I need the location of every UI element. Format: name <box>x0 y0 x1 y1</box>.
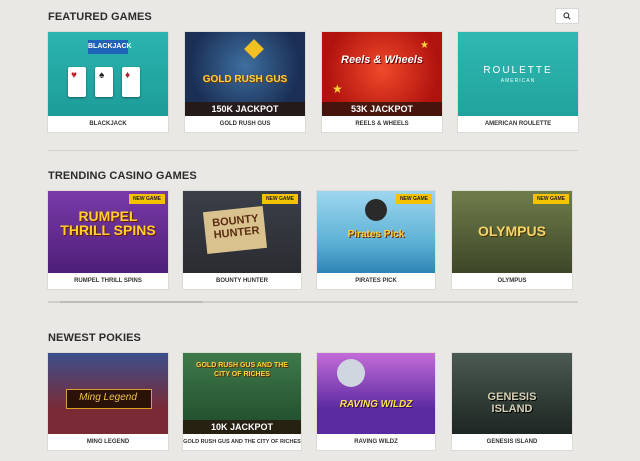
game-card-label[interactable]: BOUNTY HUNTER <box>183 273 301 289</box>
new-game-badge: NEW GAME <box>261 194 298 204</box>
game-thumbnail[interactable]: OLYMPUS NEW GAME <box>452 191 572 273</box>
game-art-title: OLYMPUS <box>478 223 546 239</box>
game-card-rumpel-thrill-spins[interactable]: RUMPEL THRILL SPINS NEW GAME RUMPEL THRI… <box>48 191 168 289</box>
game-card-raving-wildz[interactable]: RAVING WILDZ RAVING WILDZ <box>317 353 435 450</box>
game-art-title: RUMPEL THRILL SPINS <box>60 208 156 238</box>
game-art-title: GOLD RUSH GUS AND THE CITY OF RICHES <box>196 362 288 378</box>
game-art-title: GENESIS ISLAND <box>487 391 537 415</box>
newest-pokies-title: NEWEST POKIES <box>48 332 141 344</box>
game-art-subtitle: AMERICAN <box>500 78 536 84</box>
game-art-title: Reels & Wheels <box>341 54 423 66</box>
game-art-title: GOLD RUSH GUS <box>202 74 288 85</box>
game-card-label[interactable]: AMERICAN ROULETTE <box>458 116 578 132</box>
game-card-label[interactable]: GOLD RUSH GUS AND THE CITY OF RICHES <box>183 434 301 450</box>
game-card-label[interactable]: RUMPEL THRILL SPINS <box>48 273 168 289</box>
game-card-label[interactable]: PIRATES PICK <box>317 273 435 289</box>
jackpot-banner: 150K JACKPOT <box>185 102 305 116</box>
game-art-title: BLACKJACK <box>88 40 132 54</box>
game-card-genesis-island[interactable]: GENESIS ISLAND GENESIS ISLAND <box>452 353 572 450</box>
game-card-pirates-pick[interactable]: Pirates Pick NEW GAME PIRATES PICK <box>317 191 435 289</box>
game-thumbnail[interactable]: RUMPEL THRILL SPINS NEW GAME <box>48 191 168 273</box>
game-card-label[interactable]: GENESIS ISLAND <box>452 434 572 450</box>
trending-games-title: TRENDING CASINO GAMES <box>48 170 197 182</box>
game-thumbnail[interactable]: BLACKJACK ♥ ♠ ♦ <box>48 32 168 116</box>
game-thumbnail[interactable]: GENESIS ISLAND <box>452 353 572 434</box>
game-card-gold-rush-gus[interactable]: GOLD RUSH GUS 150K JACKPOT GOLD RUSH GUS <box>185 32 305 132</box>
featured-games-title: FEATURED GAMES <box>48 11 152 23</box>
game-card-reels-wheels[interactable]: ★ ★ Reels & Wheels 53K JACKPOT REELS & W… <box>322 32 442 132</box>
game-art-title: RAVING WILDZ <box>339 399 413 410</box>
game-card-olympus[interactable]: OLYMPUS NEW GAME OLYMPUS <box>452 191 572 289</box>
game-card-ming-legend[interactable]: Ming Legend MING LEGEND <box>48 353 168 450</box>
section-divider <box>48 150 578 151</box>
game-art-title: Pirates Pick <box>347 229 405 240</box>
game-thumbnail[interactable]: BOUNTY HUNTER NEW GAME <box>183 191 301 273</box>
game-thumbnail[interactable]: ROULETTE AMERICAN <box>458 32 578 116</box>
scrollbar-thumb[interactable] <box>60 301 202 303</box>
game-card-blackjack[interactable]: BLACKJACK ♥ ♠ ♦ BLACKJACK <box>48 32 168 132</box>
game-thumbnail[interactable]: GOLD RUSH GUS 150K JACKPOT <box>185 32 305 116</box>
jackpot-banner: 53K JACKPOT <box>322 102 442 116</box>
search-icon <box>563 12 571 20</box>
game-thumbnail[interactable]: RAVING WILDZ <box>317 353 435 434</box>
game-thumbnail[interactable]: Ming Legend <box>48 353 168 434</box>
game-thumbnail[interactable]: Pirates Pick NEW GAME <box>317 191 435 273</box>
search-button[interactable] <box>555 8 579 24</box>
game-art-title: Ming Legend <box>79 392 137 403</box>
jackpot-banner: 10K JACKPOT <box>183 420 301 434</box>
game-thumbnail[interactable]: ★ ★ Reels & Wheels 53K JACKPOT <box>322 32 442 116</box>
game-card-label[interactable]: BLACKJACK <box>48 116 168 132</box>
game-card-bounty-hunter[interactable]: BOUNTY HUNTER NEW GAME BOUNTY HUNTER <box>183 191 301 289</box>
game-card-label[interactable]: OLYMPUS <box>452 273 572 289</box>
game-card-label[interactable]: RAVING WILDZ <box>317 434 435 450</box>
new-game-badge: NEW GAME <box>395 194 432 204</box>
new-game-badge: NEW GAME <box>128 194 165 204</box>
game-card-label[interactable]: REELS & WHEELS <box>322 116 442 132</box>
game-card-label[interactable]: GOLD RUSH GUS <box>185 116 305 132</box>
game-thumbnail[interactable]: GOLD RUSH GUS AND THE CITY OF RICHES 10K… <box>183 353 301 434</box>
new-game-badge: NEW GAME <box>532 194 569 204</box>
game-art-title: ROULETTE <box>483 65 553 76</box>
game-card-american-roulette[interactable]: ROULETTE AMERICAN AMERICAN ROULETTE <box>458 32 578 132</box>
game-card-label[interactable]: MING LEGEND <box>48 434 168 450</box>
game-card-gold-rush-gus-city-of-riches[interactable]: GOLD RUSH GUS AND THE CITY OF RICHES 10K… <box>183 353 301 450</box>
